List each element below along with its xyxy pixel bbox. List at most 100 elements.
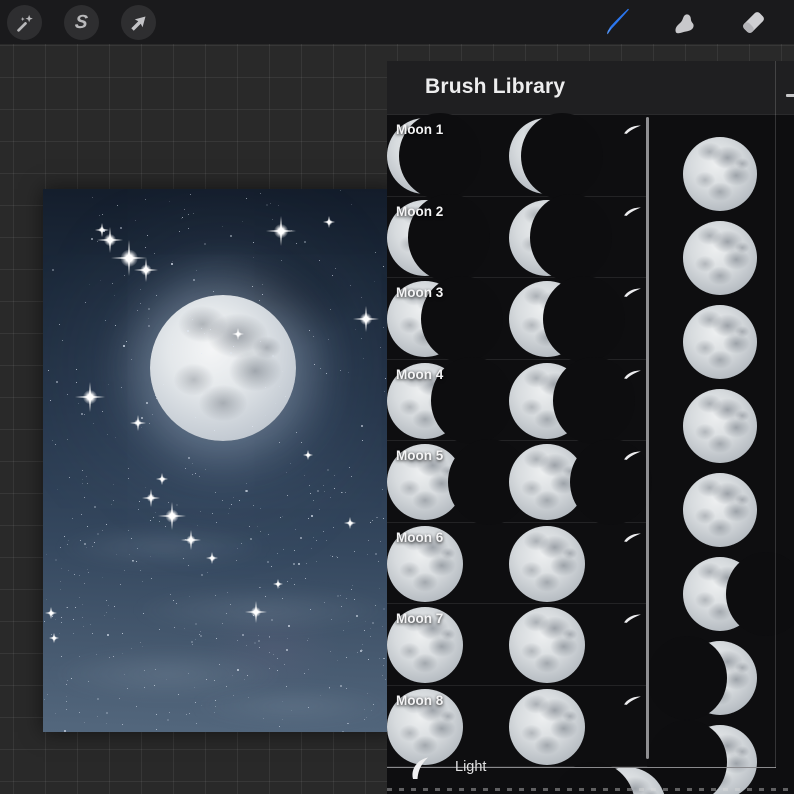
star-dot xyxy=(246,675,248,677)
paint-tool-button[interactable] xyxy=(602,7,632,37)
brush-thumbnail[interactable] xyxy=(655,300,785,384)
moon-phase-image xyxy=(683,551,794,637)
star-dot xyxy=(140,303,142,305)
star-dot xyxy=(195,722,197,724)
star-dot xyxy=(260,508,262,510)
star-dot xyxy=(60,616,62,618)
brush-thumbnail[interactable] xyxy=(647,719,785,794)
star-dot xyxy=(340,491,342,493)
brush-row[interactable]: Moon 2 xyxy=(387,194,649,281)
panel-border-right xyxy=(775,61,776,768)
smudge-tool-button[interactable] xyxy=(669,7,699,37)
brush-name-light[interactable]: Light xyxy=(455,759,486,775)
star-dot xyxy=(304,672,306,674)
star-dot xyxy=(332,274,334,276)
star-dot xyxy=(112,500,114,502)
sparkle-star xyxy=(134,258,158,282)
star-dot xyxy=(135,560,137,562)
brush-row[interactable]: Moon 6 xyxy=(387,523,649,604)
transform-button[interactable] xyxy=(121,5,156,40)
star-dot xyxy=(154,668,156,670)
star-dot xyxy=(181,218,183,220)
star-dot xyxy=(63,730,66,732)
star-dot xyxy=(362,643,364,645)
star-dot xyxy=(336,659,338,661)
star-dot xyxy=(324,490,326,492)
brush-row[interactable]: Moon 7 xyxy=(387,604,649,686)
star-dot xyxy=(84,583,86,585)
star-dot xyxy=(141,645,143,647)
star-dot xyxy=(154,685,156,687)
star-dot xyxy=(88,572,90,574)
star-dot xyxy=(229,507,231,509)
star-dot xyxy=(191,643,193,645)
canvas[interactable] xyxy=(43,189,397,732)
star-dot xyxy=(113,617,115,619)
star-dot xyxy=(85,301,86,303)
star-dot xyxy=(97,532,100,535)
brush-thumbnail[interactable] xyxy=(655,216,785,300)
star-dot xyxy=(84,543,87,545)
star-dot xyxy=(232,675,234,677)
moon-phase-image xyxy=(683,305,757,379)
moon-shade xyxy=(647,635,728,721)
star-dot xyxy=(128,530,130,532)
brush-thumbnail[interactable] xyxy=(647,635,785,721)
brush-thumbnail[interactable] xyxy=(655,384,785,468)
star-dot xyxy=(350,284,352,286)
star-dot xyxy=(232,496,234,498)
star-dot xyxy=(156,714,158,716)
selection-button[interactable]: S xyxy=(64,5,99,40)
star-dot xyxy=(200,511,202,513)
brush-list-scrollbar[interactable] xyxy=(646,117,649,759)
brush-row[interactable]: Moon 1 xyxy=(387,112,649,200)
star-dot xyxy=(320,367,322,369)
star-dot xyxy=(258,300,260,302)
mist-band xyxy=(43,641,318,707)
star-dot xyxy=(88,680,90,682)
star-dot xyxy=(236,547,238,549)
star-dot xyxy=(194,701,196,703)
brush-stamp-preview xyxy=(509,357,636,444)
star-dot xyxy=(221,622,223,624)
star-dot xyxy=(267,561,270,563)
star-dot xyxy=(66,438,68,440)
star-dot xyxy=(145,198,147,200)
star-dot xyxy=(192,212,194,214)
brush-thumbnail[interactable] xyxy=(655,551,794,637)
star-dot xyxy=(122,632,123,634)
star-dot xyxy=(166,678,168,680)
star-dot xyxy=(252,242,254,244)
star-dot xyxy=(320,694,322,696)
brush-row[interactable]: Moon 5 xyxy=(387,438,652,526)
star-dot xyxy=(58,324,60,326)
add-brush-button[interactable] xyxy=(786,94,794,97)
star-dot xyxy=(308,706,310,708)
brush-stroke-icon xyxy=(624,288,641,297)
star-dot xyxy=(190,194,192,196)
star-dot xyxy=(285,471,287,473)
brush-thumbnail[interactable] xyxy=(655,132,785,216)
star-dot xyxy=(348,621,350,623)
moon-shade xyxy=(530,194,613,281)
brush-stroke-icon xyxy=(624,206,641,216)
star-dot xyxy=(148,324,151,327)
star-dot xyxy=(345,657,347,659)
star-dot xyxy=(209,328,211,330)
brush-row[interactable]: Moon 3 xyxy=(387,275,649,363)
star-dot xyxy=(138,500,140,502)
brush-row[interactable]: Moon 4 xyxy=(387,357,649,444)
star-dot xyxy=(237,640,239,642)
star-dot xyxy=(318,509,320,511)
star-dot xyxy=(294,529,296,531)
adjustments-button[interactable] xyxy=(7,5,42,40)
star-dot xyxy=(45,598,47,600)
brush-thumbnail[interactable] xyxy=(655,468,785,552)
eraser-tool-button[interactable] xyxy=(738,7,768,37)
star-dot xyxy=(286,685,288,687)
star-dot xyxy=(93,505,96,508)
brush-name: Moon 3 xyxy=(396,285,444,300)
star-dot xyxy=(353,598,355,600)
sparkle-star xyxy=(232,328,244,340)
star-dot xyxy=(166,718,169,721)
